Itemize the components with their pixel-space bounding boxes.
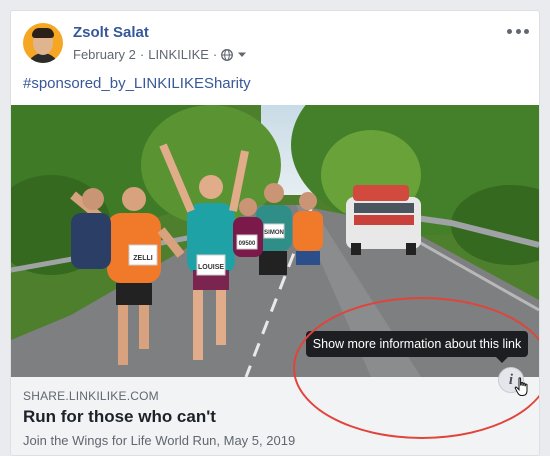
more-icon[interactable] (507, 26, 529, 36)
meta-separator: · (139, 47, 145, 62)
author-avatar[interactable] (23, 23, 63, 63)
post-date[interactable]: February 2 (73, 47, 136, 62)
bib-label: ZELLI (133, 255, 152, 262)
bib-label: SIMON (264, 230, 284, 236)
hashtag-link[interactable]: #sponsored_by_LINKILIKESharity (23, 75, 251, 92)
link-preview[interactable]: SHARE.LINKILIKE.COM Run for those who ca… (11, 377, 539, 455)
hand-cursor-icon (514, 377, 530, 402)
globe-icon[interactable] (221, 48, 234, 61)
info-tooltip: Show more information about this link (306, 331, 528, 363)
post-card: Zsolt Salat February 2 · LINKILIKE · #sp… (10, 10, 540, 456)
bib-label: 09500 (239, 241, 256, 247)
post-meta: February 2 · LINKILIKE · (73, 47, 247, 62)
info-glyph: i (508, 371, 514, 388)
author-name[interactable]: Zsolt Salat (73, 24, 149, 41)
post-page[interactable]: LINKILIKE (148, 47, 209, 62)
link-title[interactable]: Run for those who can't (23, 407, 216, 427)
bib-label: LOUISE (198, 264, 224, 271)
link-description: Join the Wings for Life World Run, May 5… (23, 433, 296, 448)
chevron-down-icon[interactable] (237, 51, 247, 59)
meta-separator: · (212, 47, 218, 62)
link-domain: SHARE.LINKILIKE.COM (23, 389, 159, 403)
